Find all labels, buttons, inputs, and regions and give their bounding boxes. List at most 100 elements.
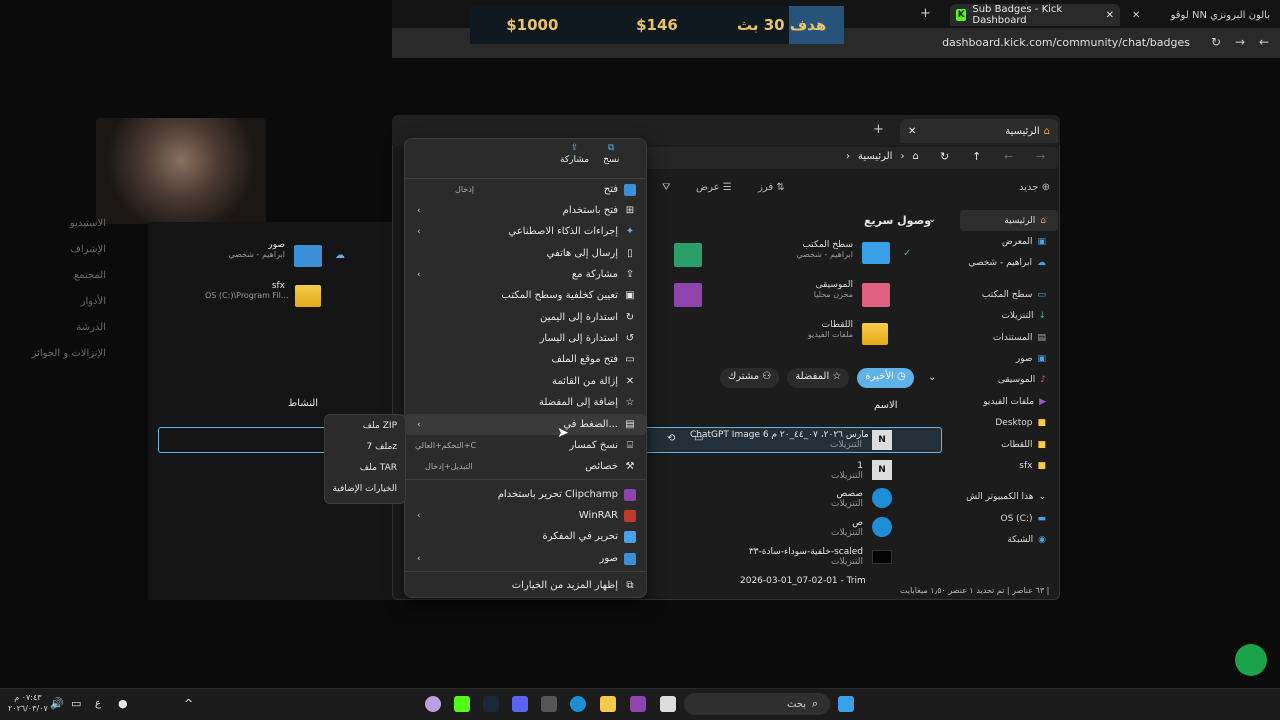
sidebar-item-documents[interactable]: المستندات ▤ [960, 327, 1058, 348]
submenu-7z[interactable]: ملف 7z [325, 436, 405, 457]
home-icon[interactable]: ⌂ [912, 151, 918, 162]
menu-item-remove-from-list[interactable]: إزالة من القائمة ✕ [405, 371, 646, 392]
chevron-down-icon[interactable]: ⌄ [928, 372, 936, 383]
nav-moderation[interactable]: الإشراف [0, 236, 150, 262]
table-row[interactable]: خلفية-سوداء-سادة-٣٣-scaled التنزيلات [740, 547, 863, 567]
sidebar-item-downloads[interactable]: التنزيلات ↓ [960, 306, 1058, 327]
network-icon[interactable]: ▭ [71, 697, 81, 710]
nav-community[interactable]: المجتمع [0, 262, 150, 288]
quick-access-title[interactable]: وصول سريع [864, 214, 931, 227]
breadcrumb[interactable]: › الرئيسية › ⌂ [846, 151, 919, 162]
close-icon[interactable]: ✕ [908, 126, 916, 137]
edge-icon[interactable] [570, 696, 586, 712]
new-tab-button[interactable]: + [873, 122, 884, 137]
back-icon[interactable]: ← [1259, 35, 1269, 49]
file-explorer-taskbar-icon[interactable] [600, 696, 616, 712]
new-tab-button[interactable]: + [920, 6, 931, 21]
menu-item-open-location[interactable]: فتح موقع الملف ▭ [405, 349, 646, 370]
filter-shared[interactable]: مشترك ⚇ [720, 368, 780, 388]
explorer-tab-home[interactable]: ✕ الرئيسية ⌂ [900, 119, 1058, 143]
filter-favorites[interactable]: المفضلة ☆ [787, 368, 850, 388]
left-item-sfx[interactable]: sfx OS (C:)\Program Fil... [205, 281, 289, 300]
tab-kick-dashboard[interactable]: K Sub Badges - Kick Dashboard ✕ [950, 4, 1120, 26]
sidebar-item-music[interactable]: الموسيقى ♪ [960, 370, 1058, 391]
menu-item-copy-as-path[interactable]: التحكم+العالي+C نسخ كمسار ⌸ [405, 435, 646, 456]
view-button[interactable]: عرض ☰ [696, 182, 732, 193]
nav-rewards[interactable]: الإنزالات و الجوائز [0, 340, 150, 366]
menu-item-open[interactable]: إدخال فتح [405, 179, 646, 200]
submenu-zip[interactable]: ملف ZIP [325, 415, 405, 436]
new-button[interactable]: جديد ⊕ [1019, 182, 1050, 193]
name-column-header[interactable]: الاسم [874, 400, 898, 411]
taskbar-search[interactable]: بحث [684, 693, 830, 715]
menu-item-clipchamp[interactable]: تحرير باستخدام Clipchamp [405, 484, 646, 505]
sidebar-item-desktop-folder[interactable]: Desktop ■ [960, 413, 1058, 434]
menu-item-compress-to[interactable]: ‹ الضغط في... ▤ [405, 414, 646, 435]
filter-icon[interactable]: ⛛ [662, 182, 670, 193]
menu-item-set-background[interactable]: تعيين كخلفية وسطح المكتب ▣ [405, 285, 646, 306]
left-item-pictures[interactable]: صور ابراهيم - شخصي [225, 240, 286, 259]
app-icon[interactable] [630, 696, 646, 712]
close-icon[interactable]: ✕ [1106, 10, 1114, 21]
sidebar-item-clips[interactable]: اللقطات ■ [960, 434, 1058, 455]
back-icon[interactable]: ← [1004, 150, 1013, 163]
quick-item-clips[interactable]: اللقطات ملفات الفيديو [780, 320, 853, 339]
copy-action[interactable]: ⧉ نسخ [603, 143, 619, 165]
table-row[interactable]: 2026-03-01_07-02-01 - Trim [740, 576, 866, 586]
store-icon[interactable] [541, 696, 557, 712]
sidebar-item-videos[interactable]: ملفات الفيديو ▶ [960, 391, 1058, 412]
sidebar-item-pictures[interactable]: صور ▣ [960, 348, 1058, 369]
menu-item-properties[interactable]: التبديل+إدخال خصائص ⚒ [405, 456, 646, 477]
language-indicator[interactable]: ع [95, 698, 101, 709]
menu-item-show-more[interactable]: إظهار المزيد من الخيارات ⧉ [405, 575, 646, 596]
sidebar-item-this-pc[interactable]: هذا الكمبيوتر الش ⌄ [960, 487, 1058, 508]
forward-icon[interactable]: → [1235, 35, 1245, 49]
menu-item-photos[interactable]: ‹ صور [405, 548, 646, 569]
chevron-up-icon[interactable]: ^ [184, 697, 193, 710]
share-action[interactable]: ⇪ مشاركة [560, 143, 589, 165]
sidebar-item-sfx[interactable]: sfx ■ [960, 455, 1058, 476]
table-row[interactable]: ChatGPT Image 6 مارس ٢٠٢٦، ٠٧_٤٤_٢٠ م ال… [690, 430, 869, 450]
menu-item-rotate-left[interactable]: استدارة إلى اليسار ↺ [405, 328, 646, 349]
table-row[interactable]: ص التنزيلات [760, 518, 863, 538]
tab-other[interactable]: ✕ لوقو NN بالون البرونزي [1126, 4, 1276, 26]
sidebar-item-onedrive[interactable]: ابراهيم - شخصي ☁ [960, 253, 1058, 274]
share-icon[interactable]: ⟲ [667, 433, 675, 444]
sidebar-item-network[interactable]: الشبكة ◉ [960, 529, 1058, 550]
up-icon[interactable]: ↑ [972, 150, 981, 163]
clock[interactable]: ٠٧:٤٣ م ٢٠٢٦/٠٣/٠٧ [8, 692, 48, 714]
folder-open-icon[interactable]: ▭ [694, 433, 703, 444]
sidebar-item-c-drive[interactable]: OS (C:) ▬ [960, 508, 1058, 529]
help-icon[interactable] [1235, 644, 1267, 676]
activity-column-header[interactable]: النشاط [288, 398, 318, 409]
table-row[interactable]: صصص التنزيلات [760, 489, 863, 509]
volume-icon[interactable]: 🔊 [50, 697, 64, 710]
submenu-tar[interactable]: ملف TAR [325, 457, 405, 478]
menu-item-rotate-right[interactable]: استدارة إلى اليمين ↻ [405, 307, 646, 328]
menu-item-share-with[interactable]: ‹ مشاركة مع ⇪ [405, 264, 646, 285]
sort-button[interactable]: فرز ⇅ [758, 182, 785, 193]
kick-app-icon[interactable] [454, 696, 470, 712]
quick-item-desktop[interactable]: سطح المكتب ابراهيم - شخصي [780, 240, 854, 259]
app-icon[interactable] [660, 696, 676, 712]
menu-item-winrar[interactable]: ‹ WinRAR [405, 505, 646, 526]
sidebar-item-home[interactable]: الرئيسية ⌂ [960, 210, 1058, 232]
submenu-more-options[interactable]: الخيارات الإضافية [325, 478, 405, 499]
nav-studio[interactable]: الاستيديو [0, 210, 150, 236]
menu-item-ai-actions[interactable]: ‹ إجراءات الذكاء الاصطناعي ✦ [405, 221, 646, 242]
refresh-icon[interactable]: ↻ [940, 150, 949, 163]
url-text[interactable]: dashboard.kick.com/community/chat/badges [942, 36, 1190, 49]
chevron-down-icon[interactable]: ⌄ [928, 214, 936, 225]
nav-chat[interactable]: الدرشة [0, 314, 150, 340]
microphone-icon[interactable]: ● [118, 697, 128, 710]
start-icon[interactable] [838, 696, 854, 712]
menu-item-add-favorites[interactable]: إضافة إلى المفضلة ☆ [405, 392, 646, 413]
steam-icon[interactable] [483, 696, 499, 712]
forward-icon[interactable]: → [1036, 150, 1045, 163]
table-row[interactable]: 1 التنزيلات [760, 461, 863, 481]
nav-roles[interactable]: الأدوار [0, 288, 150, 314]
menu-item-open-with[interactable]: ‹ فتح باستخدام ⊞ [405, 200, 646, 221]
menu-item-send-to-phone[interactable]: إرسال إلى هاتفي ▯ [405, 243, 646, 264]
discord-icon[interactable] [512, 696, 528, 712]
reload-icon[interactable]: ↻ [1211, 35, 1221, 49]
